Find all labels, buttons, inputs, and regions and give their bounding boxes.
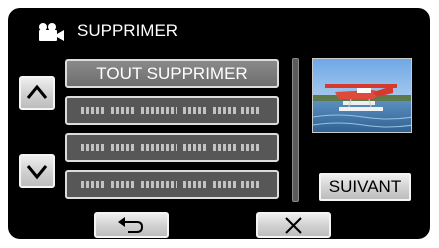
video-camera-icon <box>39 23 64 41</box>
delete-all-item[interactable]: TOUT SUPPRIMER <box>65 59 279 88</box>
scroll-up-button[interactable] <box>19 76 55 110</box>
list-item[interactable] <box>65 96 279 125</box>
blurred-text <box>81 107 263 115</box>
next-label: SUIVANT <box>328 177 402 196</box>
scroll-down-button[interactable] <box>19 154 55 188</box>
close-button[interactable] <box>256 212 331 238</box>
scrollbar[interactable] <box>292 58 299 202</box>
page-title: SUPPRIMER <box>77 21 179 40</box>
close-icon <box>285 217 302 234</box>
delete-screen: SUPPRIMER TOUT SUPPRIMER SUIVANT <box>8 8 430 239</box>
chevron-down-icon <box>26 165 48 180</box>
list-item[interactable] <box>65 170 279 199</box>
delete-all-label: TOUT SUPPRIMER <box>96 64 248 83</box>
chevron-up-icon <box>26 84 48 99</box>
back-button[interactable] <box>94 212 169 238</box>
blurred-text <box>81 144 263 152</box>
list-item[interactable] <box>65 133 279 162</box>
return-icon <box>118 217 144 233</box>
next-button[interactable]: SUIVANT <box>319 173 411 201</box>
preview-thumbnail <box>312 58 412 133</box>
blurred-text <box>81 181 263 189</box>
